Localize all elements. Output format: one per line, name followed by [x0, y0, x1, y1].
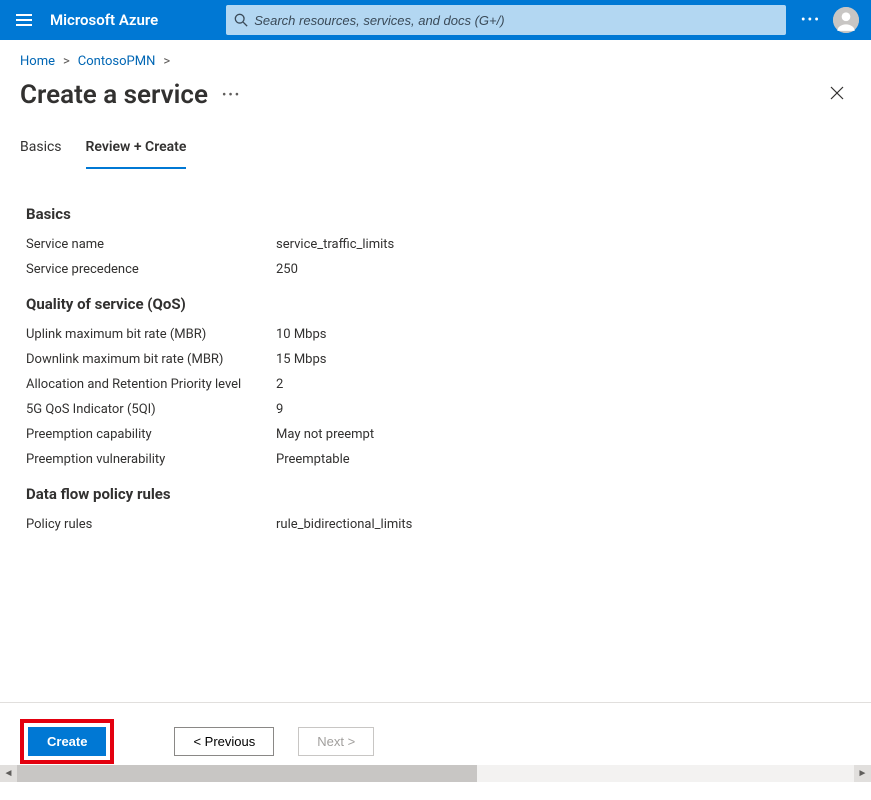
global-search[interactable] [226, 5, 786, 35]
preemption-capability-label: Preemption capability [26, 427, 276, 442]
policy-rules-label: Policy rules [26, 517, 276, 532]
service-precedence-label: Service precedence [26, 262, 276, 277]
uplink-mbr-label: Uplink maximum bit rate (MBR) [26, 327, 276, 342]
arp-level-value: 2 [276, 377, 283, 392]
scroll-left-arrow-icon[interactable]: ◄ [0, 765, 17, 782]
policy-rules-value: rule_bidirectional_limits [276, 517, 412, 532]
brand-label: Microsoft Azure [50, 11, 158, 29]
next-button: Next > [298, 727, 374, 756]
create-button-highlight: Create [20, 719, 114, 764]
section-qos-title: Quality of service (QoS) [26, 295, 845, 313]
scrollbar-thumb[interactable] [17, 765, 477, 782]
horizontal-scrollbar[interactable]: ◄ ► [0, 765, 871, 782]
page-title: Create a service [20, 80, 208, 110]
breadcrumb-home[interactable]: Home [20, 54, 55, 69]
page-content: Home > ContosoPMN > Create a service •••… [0, 40, 871, 782]
previous-button[interactable]: < Previous [174, 727, 274, 756]
scrollbar-track[interactable] [17, 765, 854, 782]
chevron-right-icon: > [59, 54, 74, 69]
close-icon [829, 85, 845, 101]
tab-bar: Basics Review + Create [0, 129, 871, 169]
preemption-vulnerability-value: Preemptable [276, 452, 350, 467]
downlink-mbr-label: Downlink maximum bit rate (MBR) [26, 352, 276, 367]
page-more-icon[interactable]: ••• [222, 88, 241, 103]
5qi-value: 9 [276, 402, 283, 417]
more-actions-icon[interactable]: ••• [801, 12, 821, 28]
preemption-capability-value: May not preempt [276, 427, 374, 442]
tab-review-create[interactable]: Review + Create [86, 129, 187, 169]
azure-top-bar: Microsoft Azure ••• [0, 0, 871, 40]
breadcrumb: Home > ContosoPMN > [0, 40, 871, 75]
arp-level-label: Allocation and Retention Priority level [26, 377, 276, 392]
tab-basics[interactable]: Basics [20, 129, 62, 169]
section-basics-title: Basics [26, 205, 845, 223]
5qi-label: 5G QoS Indicator (5QI) [26, 402, 276, 417]
uplink-mbr-value: 10 Mbps [276, 327, 327, 342]
breadcrumb-resource[interactable]: ContosoPMN [78, 54, 156, 69]
search-icon [234, 13, 248, 27]
user-avatar[interactable] [833, 7, 859, 33]
preemption-vulnerability-label: Preemption vulnerability [26, 452, 276, 467]
create-button[interactable]: Create [28, 727, 106, 756]
wizard-footer: Create < Previous Next > [0, 702, 871, 764]
service-name-value: service_traffic_limits [276, 237, 394, 252]
downlink-mbr-value: 15 Mbps [276, 352, 327, 367]
scroll-right-arrow-icon[interactable]: ► [854, 765, 871, 782]
hamburger-menu-icon[interactable] [12, 10, 36, 30]
review-panel: Basics Service nameservice_traffic_limit… [0, 169, 871, 532]
person-icon [833, 7, 859, 33]
service-precedence-value: 250 [276, 262, 298, 277]
chevron-right-icon: > [159, 54, 174, 69]
search-input[interactable] [248, 12, 778, 29]
close-button[interactable] [823, 79, 851, 111]
service-name-label: Service name [26, 237, 276, 252]
section-rules-title: Data flow policy rules [26, 485, 845, 503]
